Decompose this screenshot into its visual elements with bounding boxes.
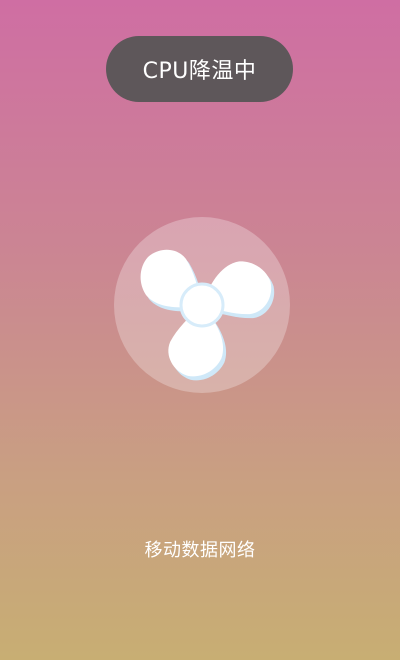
fan-button[interactable] (114, 217, 290, 393)
status-label: CPU降温中 (142, 59, 257, 84)
network-label: 移动数据网络 (144, 540, 256, 561)
fan-icon (140, 249, 284, 390)
status-pill: CPU降温中 (106, 36, 293, 102)
